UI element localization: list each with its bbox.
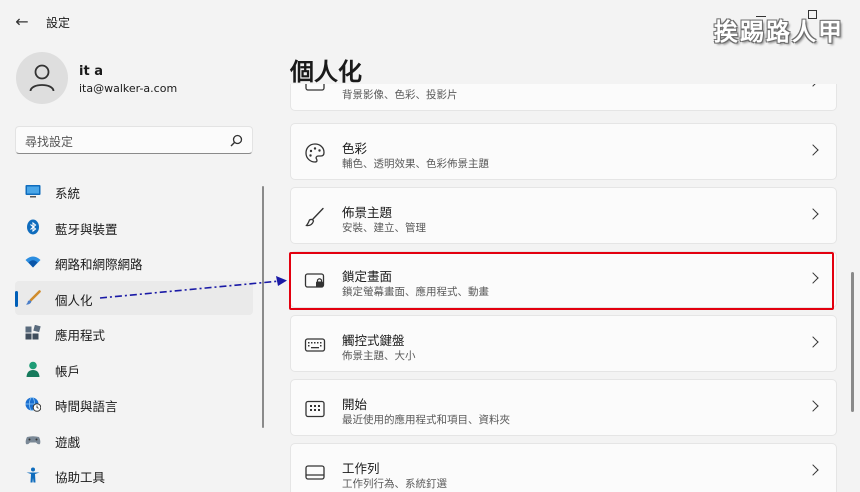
background-icon [305,84,325,91]
avatar [16,52,68,104]
sidebar-item-accounts[interactable]: 帳戶 [15,352,253,386]
chevron-right-icon [807,400,819,412]
search-icon[interactable] [230,134,243,147]
lock-screen-icon [304,273,325,288]
sidebar-item-label: 應用程式 [55,328,106,343]
card-subtitle: 工作列行為、系統釘選 [342,478,447,490]
settings-card-colors[interactable]: 色彩 輔色、透明效果、色彩佈景主題 [290,123,837,180]
brush-icon [26,289,41,305]
keyboard-icon [304,338,326,352]
card-title: 色彩 [342,141,368,156]
content-scrollbar[interactable] [851,272,854,412]
card-subtitle: 鎖定螢幕畫面、應用程式、動畫 [342,286,489,298]
sidebar-item-personalization[interactable]: 個人化 [15,280,253,315]
chevron-right-icon [807,208,819,220]
card-subtitle: 最近使用的應用程式和項目、資料夾 [342,414,510,426]
card-title: 佈景主題 [342,205,393,220]
sidebar-item-label: 網路和網際網路 [55,257,143,272]
search-input[interactable]: 尋找設定 [25,133,73,150]
sidebar-item-label: 個人化 [55,292,93,308]
chevron-right-icon [807,84,819,87]
card-subtitle: 佈景主題、大小 [342,350,416,362]
person-icon [26,361,40,377]
back-button[interactable]: ← [12,12,32,32]
card-title: 開始 [342,397,368,412]
sidebar-scrollbar[interactable] [262,186,264,428]
sidebar-item-apps[interactable]: 應用程式 [15,316,253,350]
person-icon [29,64,55,92]
sidebar-item-gaming[interactable]: 遊戲 [15,423,253,457]
gamepad-icon [25,435,41,444]
sidebar-item-bluetooth[interactable]: 藍牙與裝置 [15,210,253,244]
wifi-icon [25,256,41,268]
chevron-right-icon [807,272,819,284]
title-bar: ← 設定 挨踢路人甲 [0,0,860,46]
brush-icon [305,207,324,227]
settings-card-touch-keyboard[interactable]: 觸控式鍵盤 佈景主題、大小 [290,315,837,372]
arrow-left-icon: ← [15,12,29,31]
app-title: 設定 [46,16,71,30]
clock-globe-icon [25,397,41,412]
card-subtitle: 輔色、透明效果、色彩佈景主題 [342,158,489,170]
selection-indicator [15,290,18,307]
settings-card-background[interactable]: 背景影像、色彩、投影片 [290,84,837,111]
bluetooth-icon [27,219,39,234]
sidebar-item-label: 系統 [55,186,81,201]
profile-name: it a [79,64,103,79]
sidebar-item-label: 時間與語言 [55,399,118,414]
settings-card-start[interactable]: 開始 最近使用的應用程式和項目、資料夾 [290,379,837,436]
card-subtitle: 安裝、建立、管理 [342,222,426,234]
search-box[interactable]: 尋找設定 [15,126,253,154]
sidebar-item-label: 藍牙與裝置 [55,221,118,237]
sidebar-nav: 系統 藍牙與裝置 網路和網際網路 個人化 應用程式 帳戶 時間與語言 遊戲 協助… [15,174,253,492]
sidebar-item-label: 帳戶 [55,363,81,379]
sidebar-item-network[interactable]: 網路和網際網路 [15,245,253,279]
chevron-right-icon [807,144,819,156]
card-title: 觸控式鍵盤 [342,333,405,348]
sidebar-item-time-language[interactable]: 時間與語言 [15,387,253,421]
card-subtitle: 背景影像、色彩、投影片 [342,89,458,101]
settings-card-taskbar[interactable]: 工作列 工作列行為、系統釘選 [290,443,837,492]
sidebar-item-label: 協助工具 [55,470,106,485]
chevron-right-icon [807,336,819,348]
settings-card-lock-screen[interactable]: 鎖定畫面 鎖定螢幕畫面、應用程式、動畫 [290,251,837,308]
apps-icon [25,325,41,340]
accessibility-icon [26,467,40,483]
start-icon [305,400,325,418]
settings-list: 背景影像、色彩、投影片 色彩 輔色、透明效果、色彩佈景主題 佈景主題 安裝、建立… [290,84,850,492]
sidebar-item-label: 遊戲 [55,434,81,450]
sidebar-item-system[interactable]: 系統 [15,174,253,208]
card-title: 鎖定畫面 [342,269,393,284]
chevron-right-icon [807,464,819,476]
watermark-logo: 挨踢路人甲 [714,17,844,46]
sidebar-item-accessibility[interactable]: 協助工具 [15,458,253,492]
card-title: 工作列 [342,461,380,476]
page-title: 個人化 [290,58,362,86]
profile-email: ita@walker-a.com [79,82,178,95]
palette-icon [305,143,325,163]
taskbar-icon [305,465,325,480]
settings-card-themes[interactable]: 佈景主題 安裝、建立、管理 [290,187,837,244]
monitor-icon [25,185,41,198]
